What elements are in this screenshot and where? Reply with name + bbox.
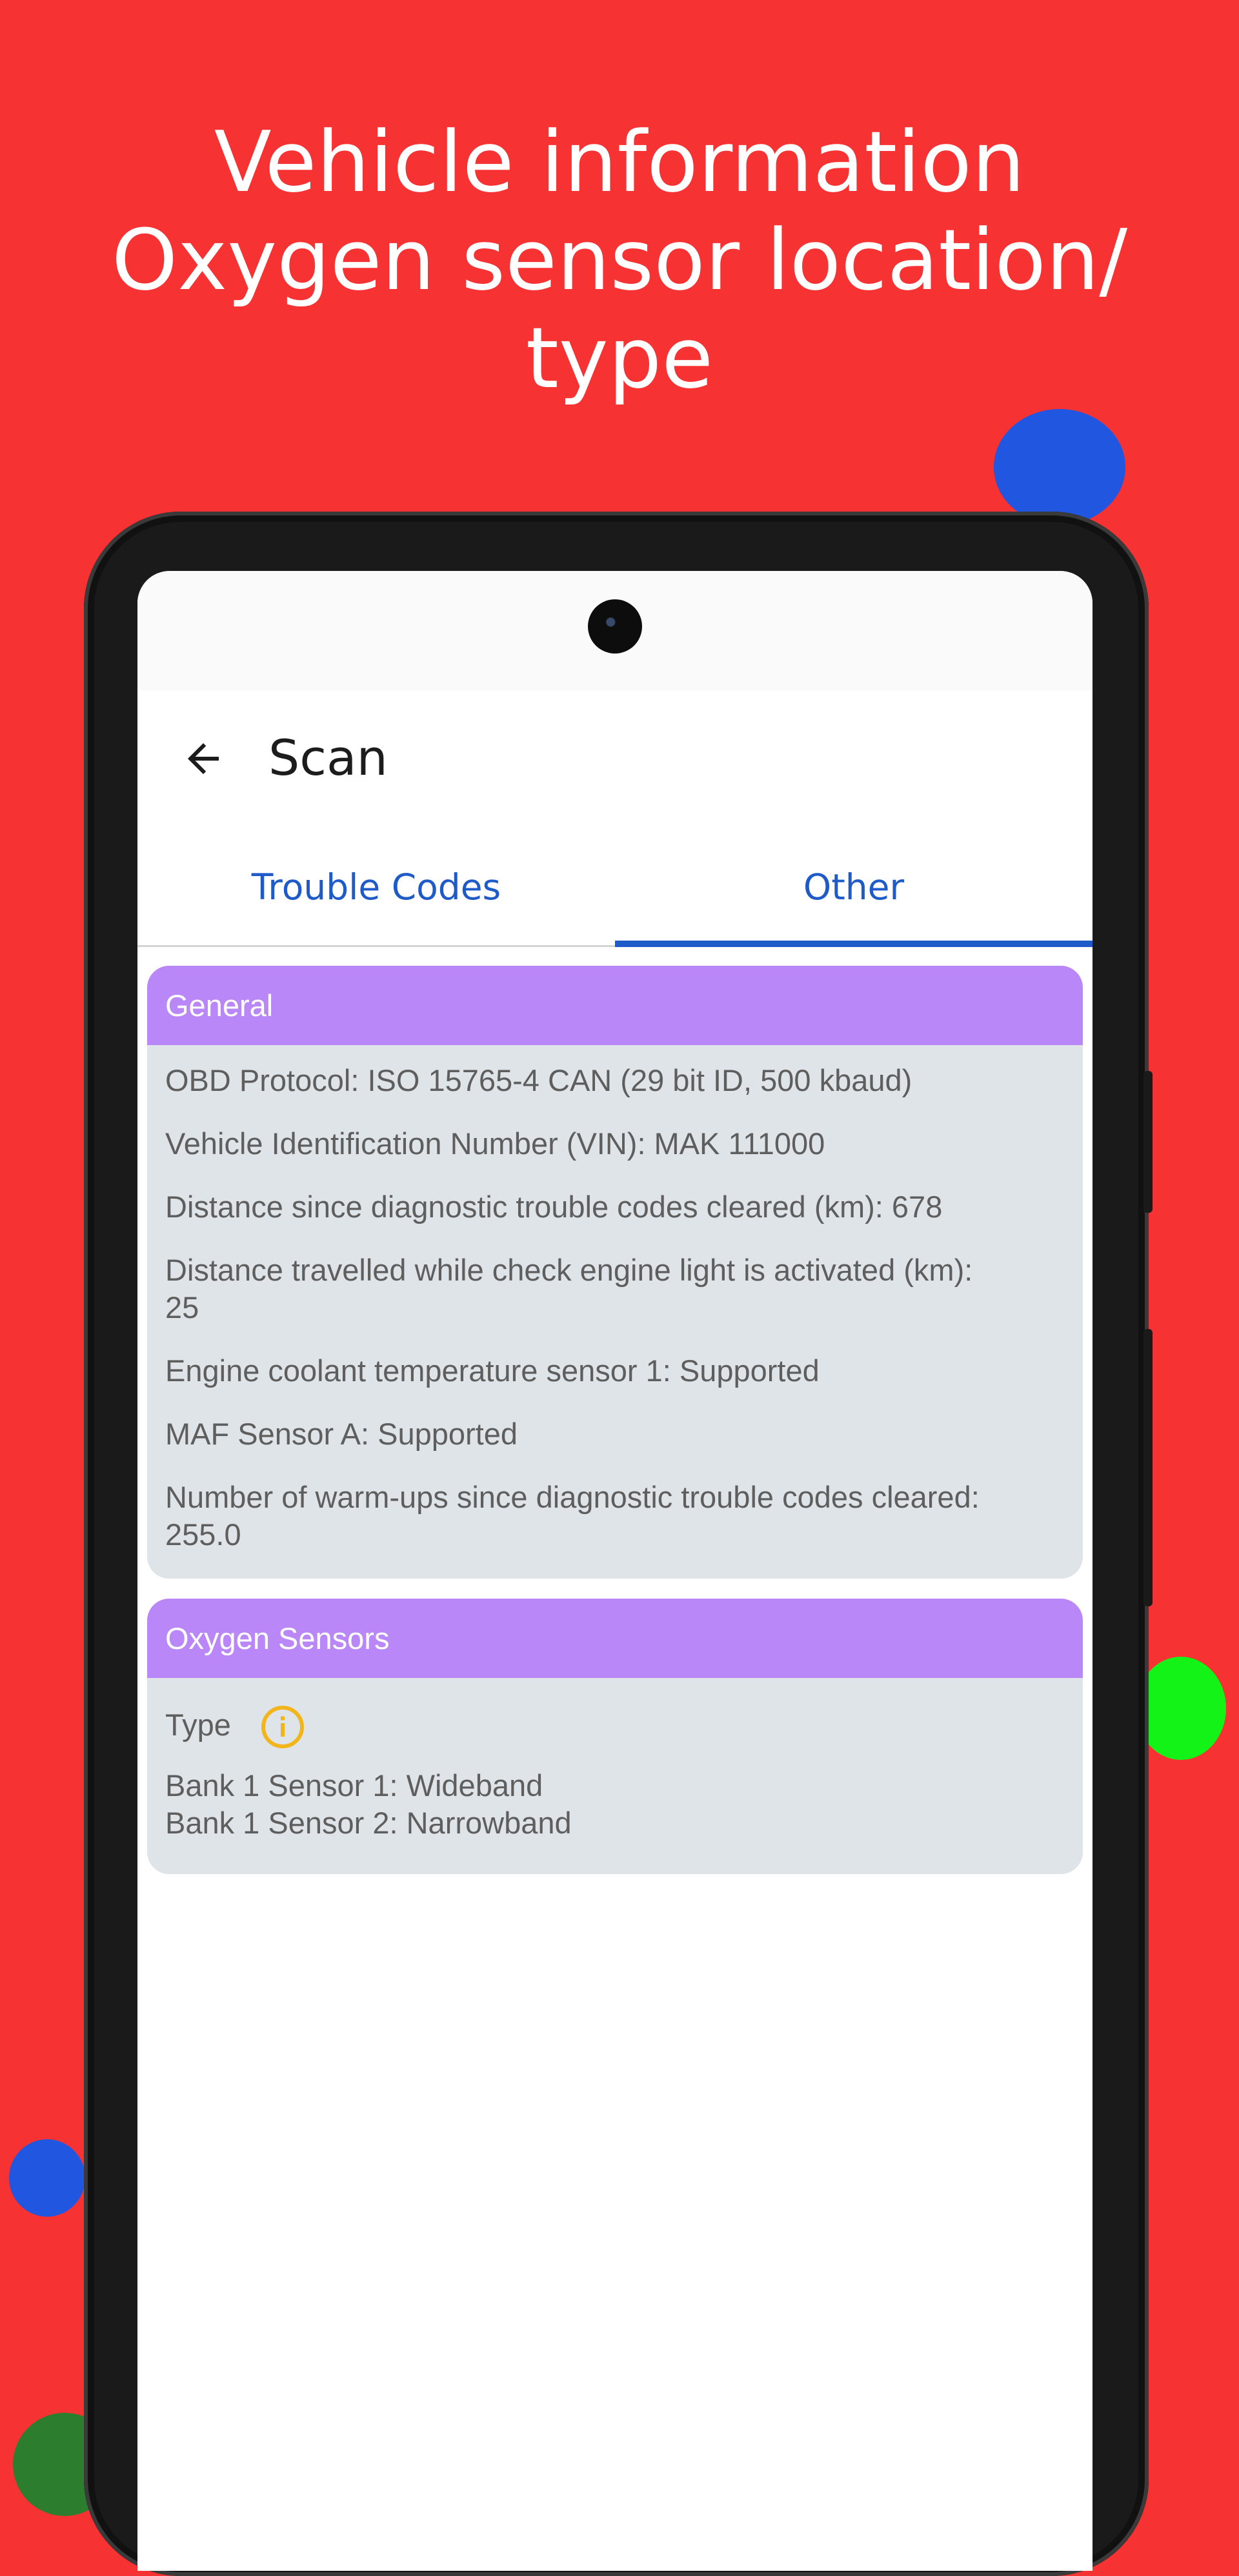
arrow-left-icon[interactable] bbox=[180, 735, 227, 782]
obd-protocol-item: OBD Protocol: ISO 15765-4 CAN (29 bit ID… bbox=[165, 1063, 912, 1097]
phone-screen: Scan Trouble Codes Other General OBD Pro… bbox=[137, 571, 1093, 2571]
headline-line-3: type bbox=[525, 309, 714, 407]
phone-volume-button bbox=[1143, 1329, 1153, 1606]
warmups-value: 255.0 bbox=[165, 1517, 241, 1552]
oxygen-card-body: Type Bank 1 Sensor 1: Wideband Bank 1 Se… bbox=[147, 1678, 1083, 1842]
sensor-list: Bank 1 Sensor 1: Wideband Bank 1 Sensor … bbox=[165, 1767, 1065, 1842]
decorative-blue-dot bbox=[994, 409, 1125, 525]
oxygen-card-header: Oxygen Sensors bbox=[147, 1599, 1083, 1678]
tab-bar: Trouble Codes Other bbox=[137, 845, 1093, 947]
type-row: Type bbox=[165, 1695, 1065, 1753]
distance-mil-item: Distance travelled while check engine li… bbox=[165, 1252, 1065, 1326]
app-bar: Scan bbox=[137, 690, 1093, 813]
oxygen-sensors-card: Oxygen Sensors Type Bank 1 Sensor 1: Wid… bbox=[147, 1599, 1083, 1874]
decorative-green-dot bbox=[1136, 1657, 1226, 1760]
general-card-body: OBD Protocol: ISO 15765-4 CAN (29 bit ID… bbox=[147, 1045, 1083, 1553]
warmups-label: Number of warm-ups since diagnostic trou… bbox=[165, 1480, 980, 1514]
maf-sensor-item: MAF Sensor A: Supported bbox=[165, 1417, 518, 1451]
sensor-item: Bank 1 Sensor 1: Wideband bbox=[165, 1768, 543, 1802]
tab-selected-indicator bbox=[615, 941, 1093, 947]
phone-side-button bbox=[1143, 1071, 1153, 1213]
type-label: Type bbox=[165, 1708, 231, 1742]
distance-mil-value: 25 bbox=[165, 1290, 199, 1324]
info-circle-icon[interactable] bbox=[259, 1704, 306, 1750]
sensor-item: Bank 1 Sensor 2: Narrowband bbox=[165, 1806, 572, 1840]
general-card: General OBD Protocol: ISO 15765-4 CAN (2… bbox=[147, 966, 1083, 1579]
screen-title: Scan bbox=[268, 729, 388, 786]
front-camera bbox=[588, 599, 642, 654]
warmups-item: Number of warm-ups since diagnostic trou… bbox=[165, 1479, 1065, 1553]
headline-line-1: Vehicle information bbox=[214, 113, 1025, 211]
promo-headline: Vehicle information Oxygen sensor locati… bbox=[0, 113, 1239, 407]
tab-trouble-codes[interactable]: Trouble Codes bbox=[137, 845, 615, 945]
coolant-sensor-item: Engine coolant temperature sensor 1: Sup… bbox=[165, 1353, 820, 1388]
general-card-header: General bbox=[147, 966, 1083, 1045]
tab-other[interactable]: Other bbox=[615, 845, 1093, 945]
distance-since-cleared-item: Distance since diagnostic trouble codes … bbox=[165, 1190, 943, 1224]
decorative-blue-dot-small bbox=[9, 2139, 85, 2217]
vin-item: Vehicle Identification Number (VIN): MAK… bbox=[165, 1126, 825, 1161]
distance-mil-label: Distance travelled while check engine li… bbox=[165, 1253, 973, 1287]
headline-line-2: Oxygen sensor location/ bbox=[111, 211, 1128, 309]
status-bar bbox=[137, 571, 1093, 690]
